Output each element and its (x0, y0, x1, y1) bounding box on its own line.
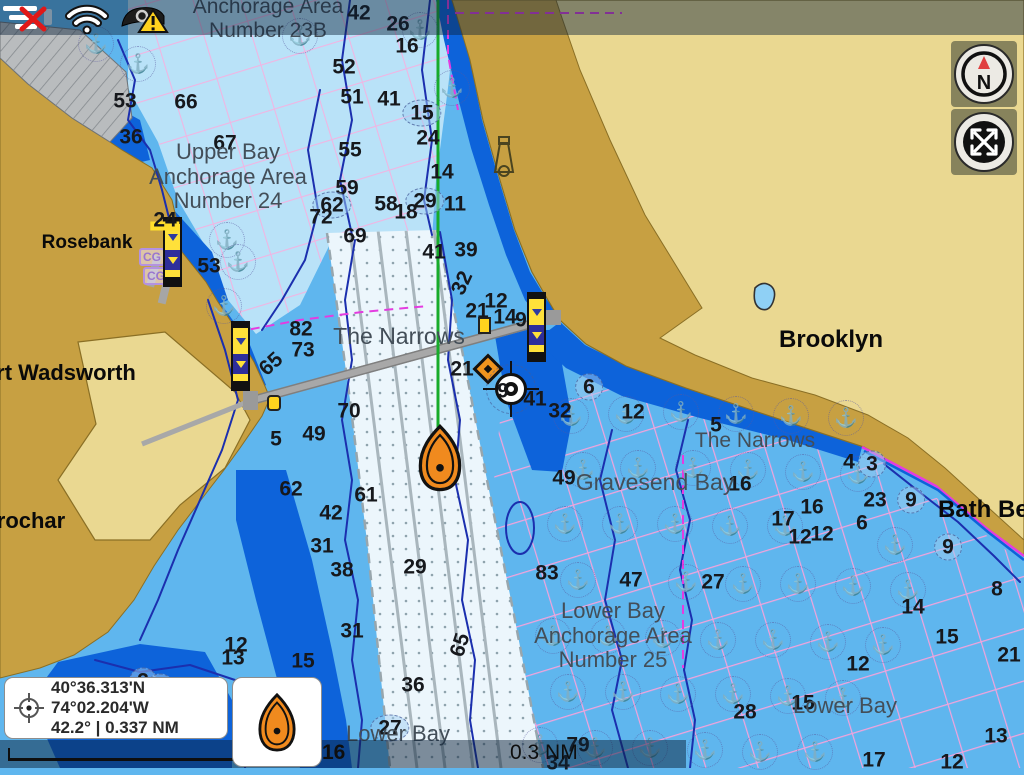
pan-arrows-icon (953, 111, 1015, 173)
boat-icon (256, 693, 298, 752)
center-on-boat-button[interactable] (232, 677, 322, 767)
connection-lost-icon[interactable] (2, 3, 54, 33)
chart-base-svg (0, 0, 1024, 768)
position-readout: 40°36.313'N 74°02.204'W 42.2° | 0.337 NM (51, 678, 179, 738)
compass-north-button[interactable]: N (951, 41, 1017, 107)
status-icons (2, 1, 172, 35)
compass-icon: N (953, 43, 1015, 105)
scale-distance-label: 0.3 NM (510, 741, 578, 765)
pan-mode-button[interactable] (951, 109, 1017, 175)
wifi-icon[interactable] (64, 2, 110, 34)
crosshair-icon (13, 692, 45, 724)
longitude-value: 74°02.204'W (51, 698, 179, 718)
scale-depth-label: 16 (322, 741, 345, 765)
chart-canvas[interactable] (0, 0, 1024, 768)
svg-text:N: N (977, 72, 991, 94)
position-panel[interactable]: 40°36.313'N 74°02.204'W 42.2° | 0.337 NM (4, 677, 228, 739)
course-distance-value: 42.2° | 0.337 NM (51, 718, 179, 738)
chartplotter-screen: { "colors": { "water_mid": "#5fb6ee", "w… (0, 0, 1024, 768)
skipper-alarm-icon[interactable] (120, 2, 172, 34)
map-control-buttons: N (951, 41, 1017, 175)
latitude-value: 40°36.313'N (51, 678, 179, 698)
